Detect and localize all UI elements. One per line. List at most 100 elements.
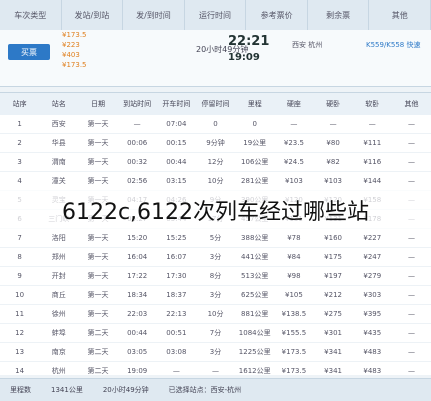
table-cell: 郑州: [51, 253, 66, 261]
table-cell: 15:25: [166, 234, 187, 242]
table-cell: 杭州: [51, 367, 66, 375]
table-row: 3 渭南 第一天 00:32 00:44 12分 106公里 ¥24.5 ¥82 ¥116 —: [0, 153, 431, 172]
table-cell: 渭南: [51, 158, 66, 166]
table-cell: ¥24.5: [283, 158, 304, 166]
table-cell: ¥103: [284, 177, 303, 185]
table-cell: ¥435: [363, 329, 382, 337]
table-cell: ¥247: [363, 253, 382, 261]
header-col-0: 车次类型: [0, 0, 62, 30]
price-2: ¥403: [62, 51, 80, 59]
table-cell: 16:04: [127, 253, 148, 261]
table-cell: —: [407, 158, 415, 166]
table-cell: ¥279: [363, 272, 382, 280]
table-cell: 1: [17, 120, 22, 128]
th-4: 开车时间: [162, 100, 191, 108]
table-row: 1 西安 第一天 — 07:04 0 0 — — — —: [0, 115, 431, 134]
table-cell: 03:05: [127, 348, 148, 356]
table-cell: 第一天: [87, 310, 109, 318]
th-1: 站名: [51, 100, 66, 108]
table-cell: 1225公里: [238, 348, 271, 356]
table-cell: 12分: [207, 158, 224, 166]
table-row: 12 蚌埠 第二天 00:44 00:51 7分 1084公里 ¥155.5 ¥301 ¥435 —: [0, 324, 431, 343]
overlay-text: 6122c,6122次列车经过哪些站: [61, 200, 370, 225]
table-cell: ¥175: [324, 253, 342, 261]
table-cell: 02:56: [127, 177, 148, 185]
table-cell: 11: [15, 310, 25, 318]
table-row: 2 华县 第一天 00:06 00:15 9分钟 19公里 ¥23.5 ¥80 ¥111 —: [0, 134, 431, 153]
header-col-3: 运行时间: [185, 0, 247, 30]
table-cell: ¥212: [324, 291, 342, 299]
table-cell: —: [407, 348, 415, 356]
header-bar: 车次类型 发站/到站 发/到时间 运行时间 参考票价 剩余票 其他: [0, 0, 431, 31]
table-cell: —: [329, 120, 337, 128]
table-cell: 第一天: [87, 253, 109, 261]
price-1: ¥223: [62, 41, 80, 49]
table-cell: 第一天: [87, 234, 109, 242]
table-cell: 10: [15, 291, 25, 299]
table-cell: ¥82: [326, 158, 340, 166]
table-cell: ¥301: [324, 329, 342, 337]
table-cell: 第一天: [87, 158, 109, 166]
table-cell: 17:30: [166, 272, 187, 280]
table-cell: ¥78: [287, 234, 301, 242]
th-9: 软卧: [365, 100, 380, 108]
table-cell: 华县: [51, 139, 66, 147]
th-10: 其他: [404, 100, 419, 108]
table-row: 13 南京 第二天 03:05 03:08 3分 1225公里 ¥173.5 ¥341 ¥483 —: [0, 343, 431, 362]
table-cell: ¥275: [324, 310, 342, 318]
footer-bar: 里程数 1341公里 20小时49分钟 已选择站点：西安-杭州: [0, 378, 431, 401]
header-col-1: 发站/到站: [62, 0, 124, 30]
table-cell: —: [407, 177, 415, 185]
table-cell: 第二天: [87, 367, 109, 375]
table-cell: 2: [17, 139, 22, 147]
buy-ticket-button[interactable]: 买票: [8, 44, 50, 60]
title-overlay: 6122c,6122次列车经过哪些站: [0, 186, 431, 234]
table-cell: 625公里: [241, 291, 269, 299]
table-cell: ¥173.5: [281, 348, 307, 356]
table-cell: —: [407, 234, 415, 242]
table-cell: ¥173.5: [281, 367, 307, 375]
table-cell: ¥341: [324, 348, 342, 356]
table-cell: 3分: [209, 253, 222, 261]
price-3: ¥173.5: [62, 61, 87, 69]
arrive-time: 19:09: [228, 52, 260, 63]
table-cell: ¥84: [287, 253, 301, 261]
table-cell: 第一天: [87, 272, 109, 280]
table-cell: ¥98: [287, 272, 301, 280]
table-cell: 18:37: [166, 291, 187, 299]
table-cell: 12: [15, 329, 25, 337]
th-8: 硬卧: [326, 100, 341, 108]
depart-time: 22:21: [228, 34, 270, 49]
table-cell: 00:32: [127, 158, 148, 166]
table-cell: 03:08: [166, 348, 187, 356]
table-cell: —: [407, 272, 415, 280]
table-cell: 15:20: [127, 234, 148, 242]
table-cell: 10分: [207, 177, 224, 185]
table-body: 1 西安 第一天 —07:04 0 0— — — —2 华县 第一天 00:06 00:15 9分钟 19公…: [0, 115, 431, 381]
table-cell: 7分: [209, 329, 222, 337]
th-3: 到站时间: [123, 100, 152, 108]
table-cell: ¥23.5: [283, 139, 304, 147]
table-cell: 0: [252, 120, 257, 128]
table-cell: 第一天: [87, 177, 109, 185]
table-cell: 07:04: [166, 120, 187, 128]
table-cell: 22:13: [166, 310, 187, 318]
table-cell: 商丘: [51, 291, 66, 299]
table-cell: 00:51: [166, 329, 187, 337]
table-cell: —: [368, 120, 376, 128]
table-cell: —: [407, 329, 415, 337]
table-cell: 9分钟: [206, 139, 225, 147]
th-2: 日期: [90, 100, 105, 108]
table-cell: 00:44: [166, 158, 187, 166]
table-cell: ¥144: [363, 177, 382, 185]
table-cell: 0: [213, 120, 218, 128]
th-5: 停留时间: [201, 100, 230, 108]
table-cell: 8: [17, 253, 22, 261]
train-number[interactable]: K559/K558 快速: [366, 40, 421, 50]
table-cell: 南京: [51, 348, 66, 356]
table-cell: ¥227: [363, 234, 382, 242]
table-cell: 8分: [209, 272, 222, 280]
footer-left: 里程数: [10, 386, 31, 394]
table-cell: 00:15: [166, 139, 187, 147]
table-cell: 19公里: [243, 139, 267, 147]
